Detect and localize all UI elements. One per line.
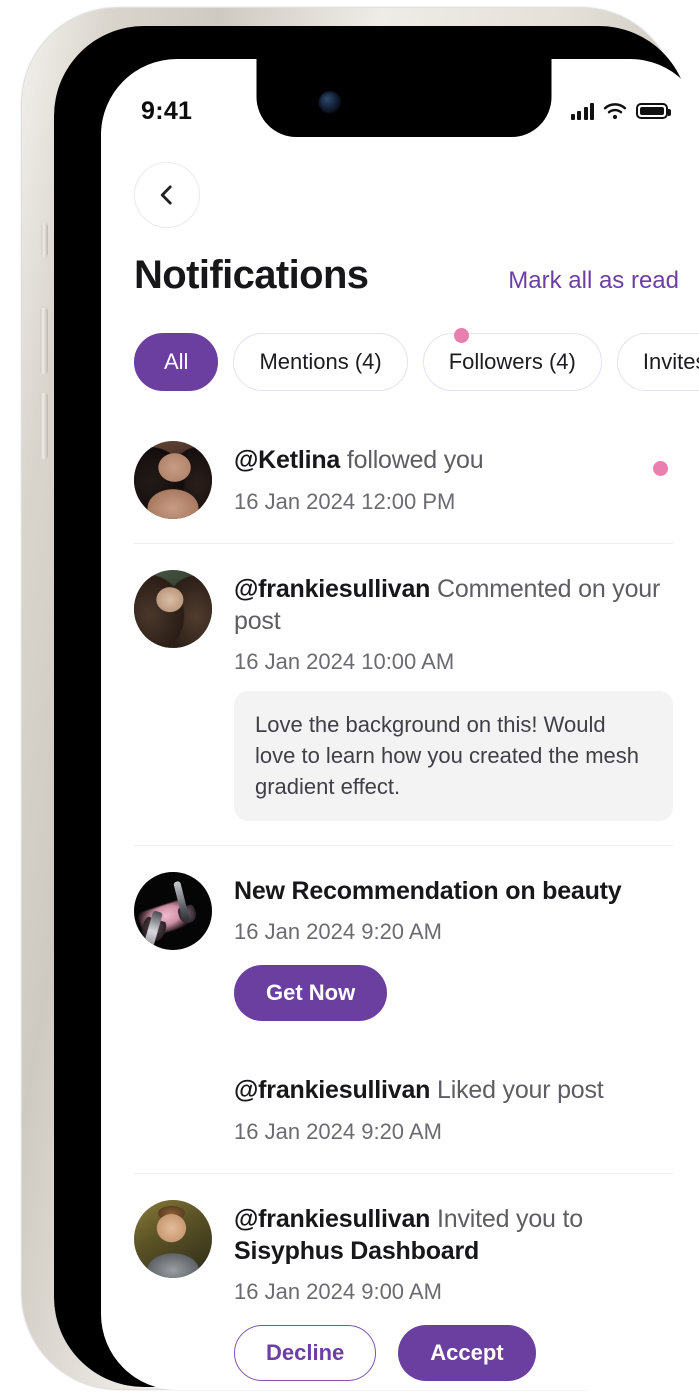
volume-down-button[interactable] [40,393,48,459]
invite-actions: Decline Accept [234,1325,673,1382]
notification-timestamp: 16 Jan 2024 9:20 AM [234,919,442,945]
comment-bubble: Love the background on this! Would love … [234,691,673,821]
notification-action: Liked your post [430,1076,604,1105]
header-row: Notifications Mark all as read [134,253,679,298]
notification-username: @frankiesullivan [234,1076,431,1105]
notification-username: @frankiesullivan [234,1205,431,1234]
screenshot-stage: 9:41 Notifications Mark all as read All … [0,0,699,1397]
avatar [134,871,212,950]
unread-dot [653,461,668,476]
notification-headline: @frankiesullivan Liked your post [234,1075,673,1107]
notification-username: @Ketlina [234,446,341,474]
phone-frame: 9:41 Notifications Mark all as read All … [22,8,699,1390]
notification-timestamp: 16 Jan 2024 12:00 PM [234,488,456,514]
avatar-placeholder [134,1071,212,1149]
notification-item-commented[interactable]: @frankiesullivan Commented on your post … [101,544,699,845]
status-bar-clock: 9:41 [141,96,193,125]
notification-headline: @frankiesullivan Invited you to Sisyphus… [234,1204,673,1267]
filter-tabs: All Mentions (4) Followers (4) Invites ( [134,328,699,391]
battery-full-icon [636,103,671,119]
signal-bars-icon [570,102,594,120]
decline-button[interactable]: Decline [234,1325,377,1382]
tab-mentions-label: Mentions (4) [259,349,382,374]
avatar [134,1200,212,1279]
status-bar: 9:41 [101,59,699,137]
tab-all-label: All [164,349,189,374]
mark-all-as-read-button[interactable]: Mark all as read [508,267,679,295]
wifi-icon [603,103,627,120]
notification-action: followed you [340,446,484,474]
notification-actions: Get Now [234,965,673,1022]
notification-timestamp: 16 Jan 2024 9:20 AM [234,1118,442,1144]
notification-item-recommendation[interactable]: New Recommendation on beauty 16 Jan 2024… [101,846,699,1046]
recommendation-title: New Recommendation on beauty [234,876,622,905]
page-title: Notifications [134,253,369,297]
tab-invites[interactable]: Invites ( [616,333,699,391]
tab-followers-label: Followers (4) [448,349,576,374]
tab-all[interactable]: All [134,333,219,391]
get-now-button[interactable]: Get Now [234,965,388,1022]
chevron-left-icon [160,185,172,205]
tab-followers-badge-dot [453,328,469,343]
notification-timestamp: 16 Jan 2024 10:00 AM [234,649,455,674]
notification-item-invite[interactable]: @frankiesullivan Invited you to Sisyphus… [101,1174,699,1390]
notification-item-liked[interactable]: @frankiesullivan Liked your post 16 Jan … [101,1045,699,1173]
notification-action: Invited you to [430,1205,583,1234]
tab-mentions[interactable]: Mentions (4) [233,333,408,391]
tab-invites-label: Invites ( [642,349,699,374]
notification-headline: @Ketlina followed you [234,445,673,477]
avatar [134,441,212,519]
screen-content: Notifications Mark all as read All Menti… [101,137,699,1390]
volume-up-button[interactable] [40,308,48,374]
silent-switch[interactable] [41,223,48,257]
notification-headline: @frankiesullivan Commented on your post [234,574,673,637]
notification-list: @Ketlina followed you 16 Jan 2024 12:00 … [101,415,699,1390]
notification-headline: New Recommendation on beauty [234,876,673,908]
back-button[interactable] [134,162,200,228]
status-bar-icons [570,102,671,120]
notification-item-followed[interactable]: @Ketlina followed you 16 Jan 2024 12:00 … [101,415,699,543]
avatar [134,570,212,648]
notification-timestamp: 16 Jan 2024 9:00 AM [234,1279,442,1305]
phone-bezel: 9:41 Notifications Mark all as read All … [54,26,699,1390]
accept-button[interactable]: Accept [398,1325,536,1382]
invite-target: Sisyphus Dashboard [234,1236,480,1265]
tab-followers[interactable]: Followers (4) [422,328,602,391]
phone-screen: 9:41 Notifications Mark all as read All … [101,59,699,1390]
notification-username: @frankiesullivan [234,575,431,603]
